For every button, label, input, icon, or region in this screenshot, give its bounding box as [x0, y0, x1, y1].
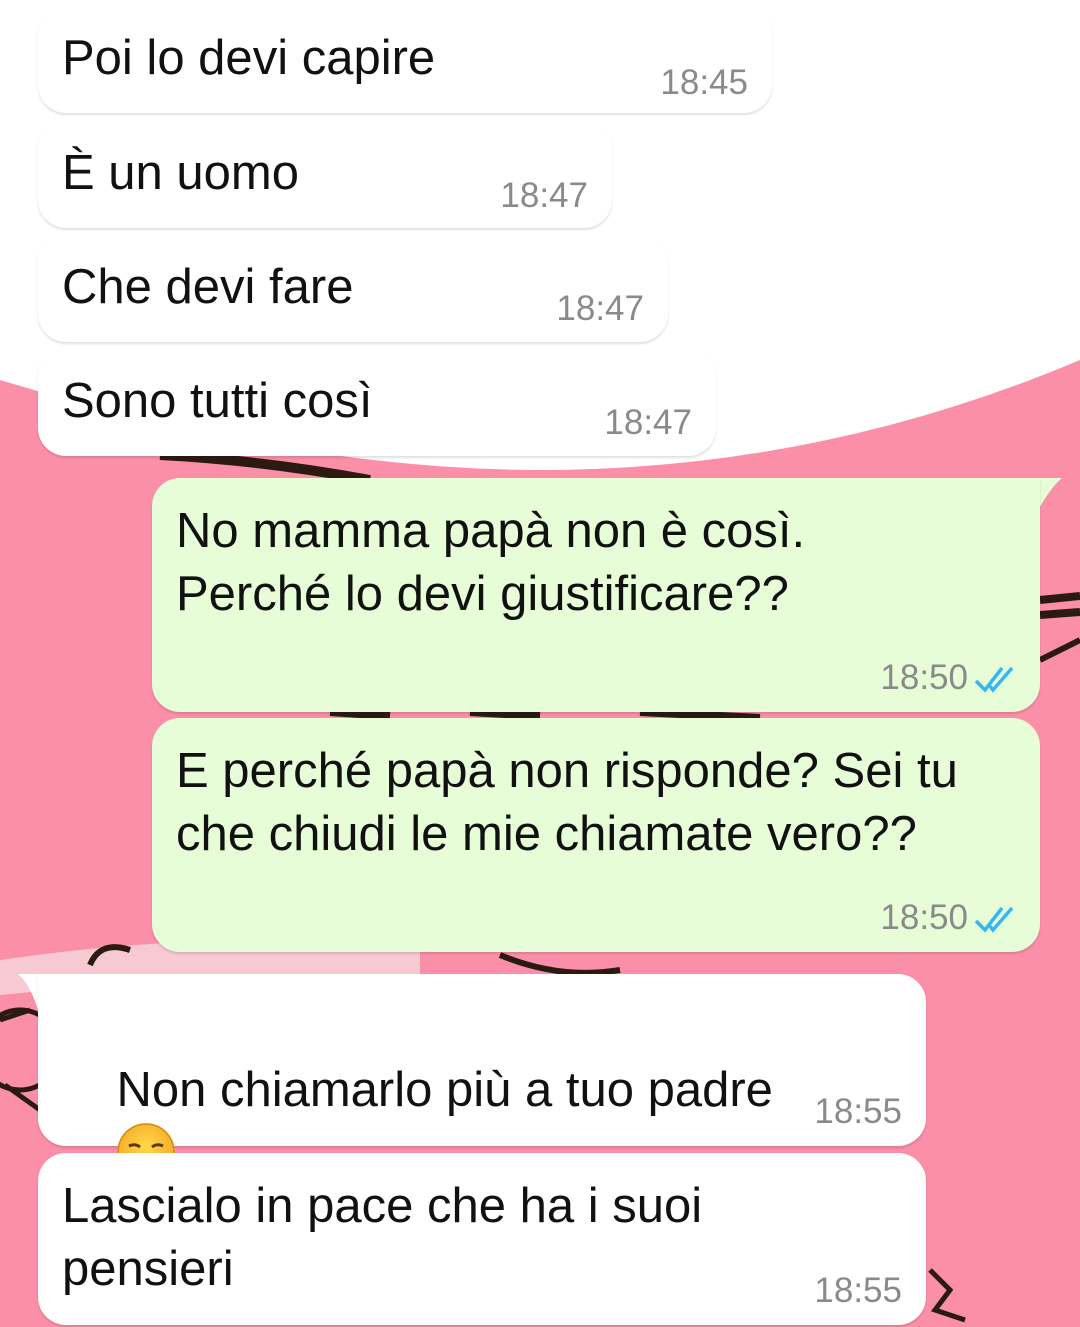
message-text: Poi lo devi capire — [62, 31, 436, 85]
message-timestamp: 18:55 — [814, 1271, 902, 1310]
message-bubble-incoming[interactable]: Sono tutti così 18:47 — [38, 348, 716, 456]
message-text: Lascialo in pace che ha i suoi pensieri — [62, 1179, 703, 1296]
message-text: Sono tutti così — [62, 374, 373, 428]
message-bubble-incoming[interactable]: Lascialo in pace che ha i suoi pensieri … — [38, 1153, 926, 1325]
message-timestamp: 18:55 — [814, 1092, 902, 1131]
message-bubble-outgoing[interactable]: E perché papà non risponde? Sei tu che c… — [152, 718, 1040, 952]
double-check-read-icon — [974, 666, 1014, 693]
message-bubble-outgoing[interactable]: No mamma papà non è così. Perché lo devi… — [152, 478, 1040, 712]
message-timestamp: 18:50 — [880, 898, 968, 937]
message-text-content: Non chiamarlo più a tuo padre — [116, 1063, 773, 1117]
message-timestamp: 18:50 — [880, 658, 968, 697]
message-text: E perché papà non risponde? Sei tu che c… — [176, 744, 958, 861]
message-bubble-incoming[interactable]: Che devi fare 18:47 — [38, 234, 668, 342]
message-text: No mamma papà non è così. Perché lo devi… — [176, 504, 806, 621]
message-timestamp: 18:47 — [556, 289, 644, 328]
double-check-read-icon — [974, 906, 1014, 933]
message-bubble-incoming[interactable]: Poi lo devi capire 18:45 — [38, 5, 772, 113]
message-timestamp: 18:45 — [660, 63, 748, 102]
message-bubble-incoming[interactable]: È un uomo 18:47 — [38, 120, 612, 228]
message-text: Che devi fare — [62, 260, 354, 314]
message-timestamp: 18:47 — [500, 176, 588, 215]
message-text: È un uomo — [62, 146, 299, 200]
message-timestamp: 18:47 — [604, 403, 692, 442]
message-bubble-incoming[interactable]: Non chiamarlo più a tuo padre 18:55 — [38, 974, 926, 1181]
